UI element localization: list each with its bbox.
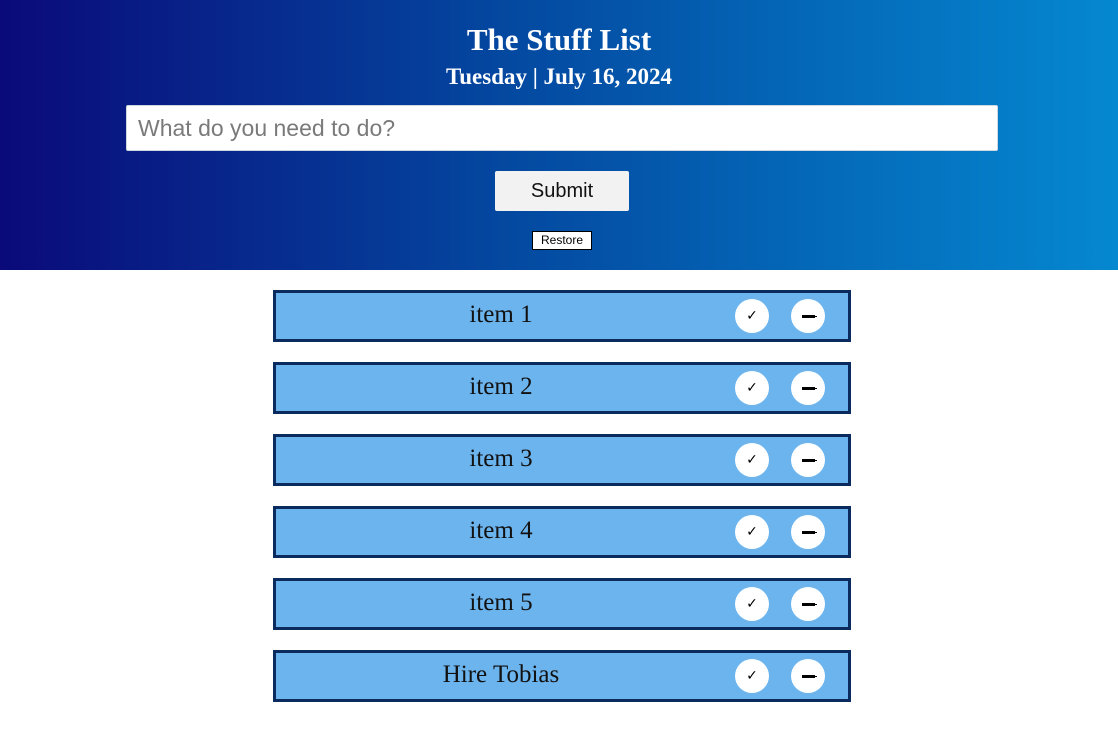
item-label: item 5 bbox=[469, 589, 533, 616]
check-icon: ✓ bbox=[746, 308, 758, 324]
item-label: item 1 bbox=[469, 301, 533, 328]
remove-button[interactable] bbox=[791, 515, 825, 549]
item-label: Hire Tobias bbox=[442, 661, 560, 688]
list-item: Hire Tobias ✓ bbox=[273, 650, 851, 702]
remove-button[interactable] bbox=[791, 587, 825, 621]
remove-icon bbox=[801, 674, 817, 678]
remove-button[interactable] bbox=[791, 371, 825, 405]
restore-button[interactable]: Restore bbox=[532, 231, 592, 250]
complete-button[interactable]: ✓ bbox=[735, 299, 769, 333]
item-label: item 4 bbox=[469, 517, 533, 544]
complete-button[interactable]: ✓ bbox=[735, 443, 769, 477]
item-label: item 2 bbox=[469, 373, 533, 400]
remove-icon bbox=[801, 314, 817, 318]
page-title: The Stuff List bbox=[466, 22, 652, 57]
todo-list: item 1 ✓ item 2 ✓ item 3 ✓ item 4 ✓ item… bbox=[273, 290, 851, 722]
remove-button[interactable] bbox=[791, 659, 825, 693]
check-icon: ✓ bbox=[746, 596, 758, 612]
remove-button[interactable] bbox=[791, 299, 825, 333]
list-item: item 3 ✓ bbox=[273, 434, 851, 486]
complete-button[interactable]: ✓ bbox=[735, 371, 769, 405]
complete-button[interactable]: ✓ bbox=[735, 659, 769, 693]
date-display: Tuesday | July 16, 2024 bbox=[446, 64, 672, 89]
check-icon: ✓ bbox=[746, 380, 758, 396]
list-item: item 2 ✓ bbox=[273, 362, 851, 414]
item-label: item 3 bbox=[469, 445, 533, 472]
check-icon: ✓ bbox=[746, 668, 758, 684]
complete-button[interactable]: ✓ bbox=[735, 515, 769, 549]
submit-button[interactable]: Submit bbox=[495, 171, 629, 211]
check-icon: ✓ bbox=[746, 452, 758, 468]
list-item: item 4 ✓ bbox=[273, 506, 851, 558]
list-item: item 5 ✓ bbox=[273, 578, 851, 630]
remove-icon bbox=[801, 602, 817, 606]
list-item: item 1 ✓ bbox=[273, 290, 851, 342]
complete-button[interactable]: ✓ bbox=[735, 587, 769, 621]
remove-button[interactable] bbox=[791, 443, 825, 477]
check-icon: ✓ bbox=[746, 524, 758, 540]
task-input[interactable] bbox=[126, 105, 998, 151]
remove-icon bbox=[801, 458, 817, 462]
header: The Stuff List Tuesday | July 16, 2024 S… bbox=[0, 0, 1118, 270]
remove-icon bbox=[801, 386, 817, 390]
remove-icon bbox=[801, 530, 817, 534]
